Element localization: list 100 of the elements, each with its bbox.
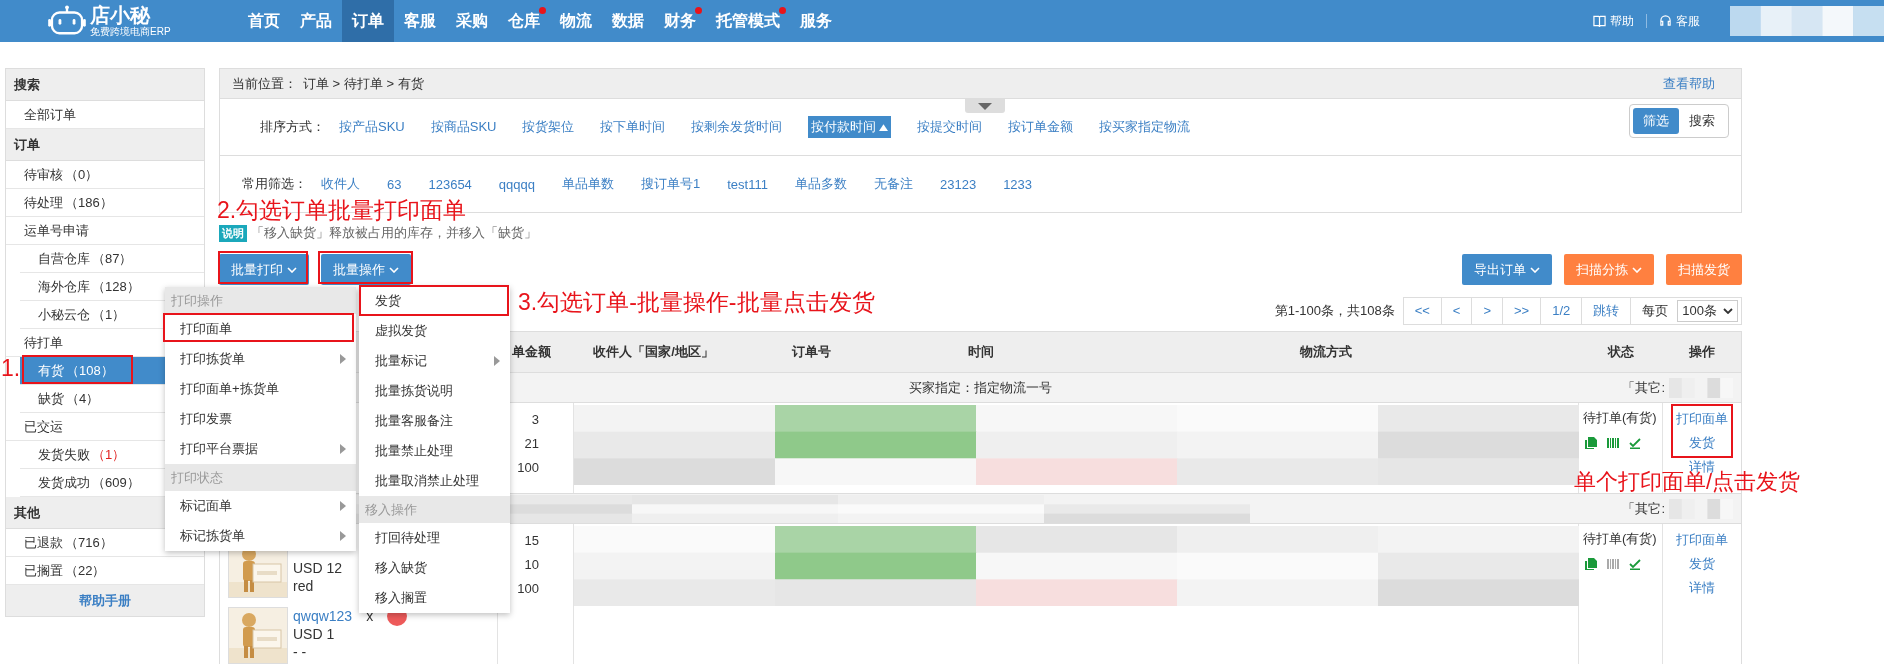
menu-item[interactable]: 打回待处理 <box>359 523 510 553</box>
sort-label: 排序方式： <box>260 118 325 136</box>
filter-link[interactable]: 123654 <box>428 174 472 194</box>
nav-tab[interactable]: 仓库 <box>498 0 550 42</box>
sort-option[interactable]: 按下单时间 <box>600 116 666 138</box>
menu-item[interactable]: 批量客服备注 <box>359 406 510 436</box>
mode-tab[interactable]: 搜索 <box>1679 108 1725 134</box>
nav-tab[interactable]: 采购 <box>446 0 498 42</box>
menu-item[interactable]: 批量取消禁止处理 <box>359 466 510 496</box>
sort-option[interactable]: 按产品SKU <box>339 116 405 138</box>
menu-item[interactable]: 批量禁止处理 <box>359 436 510 466</box>
ascending-icon <box>879 123 889 131</box>
product-detail-text: USD 12 <box>293 559 343 577</box>
nav-tab[interactable]: 服务 <box>790 0 842 42</box>
amount-text: 100 <box>516 459 539 477</box>
menu-item[interactable]: 批量拣货说明 <box>359 376 510 406</box>
menu-item[interactable]: 批量标记 <box>359 346 510 376</box>
dropdown-button[interactable]: 导出订单 <box>1462 254 1552 285</box>
group-label: 买家指定：指定物流一号 <box>909 378 1052 397</box>
notice-badge: 说明 <box>219 224 247 242</box>
other-label: 「其它: <box>1622 378 1665 397</box>
sidebar-item[interactable]: 自营仓库（87） <box>20 245 204 273</box>
logo-text: 店小秘 <box>90 4 152 26</box>
headset-icon <box>1659 15 1672 27</box>
action-button[interactable]: 扫描发货 <box>1666 254 1742 285</box>
nav-tab[interactable]: 产品 <box>290 0 342 42</box>
per-page-select[interactable]: 100条 <box>1677 300 1738 322</box>
chevron-down-icon <box>1530 266 1540 273</box>
sidebar-item[interactable]: 待审核（0） <box>6 161 204 189</box>
annotation-text: 3.勾选订单-批量操作-批量点击发货 <box>518 288 875 316</box>
filter-link[interactable]: test111 <box>727 174 768 194</box>
sidebar-section-title: 搜索 <box>6 69 204 101</box>
row-action-link[interactable]: 发货 <box>1689 552 1715 576</box>
sidebar-item[interactable]: 待处理（186） <box>6 189 204 217</box>
sort-option[interactable]: 按提交时间 <box>917 116 983 138</box>
filter-link[interactable]: 63 <box>387 174 402 194</box>
filter-link[interactable]: qqqqq <box>498 174 535 194</box>
dropdown-button[interactable]: 批量打印 <box>219 254 309 285</box>
column-header: 操作 <box>1688 343 1716 361</box>
annotation-text: 2.勾选订单批量打印面单 <box>217 196 467 224</box>
other-label: 「其它: <box>1622 499 1665 518</box>
row-action-link[interactable]: 打印面单 <box>1676 528 1728 552</box>
menu-item[interactable]: 虚拟发货 <box>359 316 510 346</box>
menu-item[interactable]: 打印面单 <box>165 314 356 344</box>
nav-tab[interactable]: 首页 <box>238 0 290 42</box>
product-detail-text: USD 1 <box>293 625 336 643</box>
sort-option[interactable]: 按付款时间 <box>808 116 892 138</box>
help-link[interactable]: 帮助 <box>1593 12 1634 30</box>
sidebar-section-title: 订单 <box>6 129 204 161</box>
sort-option[interactable]: 按货架位 <box>522 116 575 138</box>
order-status-text: 待打单(有货) <box>1583 409 1658 427</box>
product-sku-link[interactable]: qwqw123 <box>293 607 353 625</box>
dropdown-button[interactable]: 批量操作 <box>321 254 411 285</box>
row-action-link[interactable]: 发货 <box>1689 431 1715 455</box>
row-action-link[interactable]: 详情 <box>1689 576 1715 600</box>
help-manual-link[interactable]: 帮助手册 <box>79 593 131 608</box>
chevron-down-icon <box>1632 266 1642 273</box>
sort-option[interactable]: 按剩余发货时间 <box>691 116 783 138</box>
nav-tab[interactable]: 订单 <box>342 0 394 42</box>
nav-tab[interactable]: 财务 <box>654 0 706 42</box>
pagination-summary: 第1-100条，共108条 <box>1274 302 1395 320</box>
menu-item[interactable]: 发货 <box>359 286 510 316</box>
filter-link[interactable]: 单品多数 <box>794 173 847 195</box>
amount-text: 10 <box>523 556 539 574</box>
sort-option[interactable]: 按买家指定物流 <box>1099 116 1191 138</box>
nav-tab[interactable]: 数据 <box>602 0 654 42</box>
filter-link[interactable]: 收件人 <box>321 173 360 195</box>
amount-text: 3 <box>530 411 539 429</box>
filter-link[interactable]: 搜订单号1 <box>641 173 701 195</box>
breadcrumb-text: 订单 > 待打单 > 有货 <box>303 74 424 93</box>
column-header: 状态 <box>1606 343 1635 361</box>
product-detail-text: - - <box>293 643 308 661</box>
menu-item[interactable]: 移入缺货 <box>359 553 510 583</box>
breadcrumb-label: 当前位置： <box>232 74 297 93</box>
filter-link[interactable]: 无备注 <box>873 173 913 195</box>
filter-label: 常用筛选： <box>242 175 307 193</box>
customer-service-link[interactable]: 客服 <box>1659 12 1700 30</box>
submenu-arrow-icon <box>340 531 346 541</box>
mode-tab[interactable]: 筛选 <box>1633 108 1679 134</box>
column-header: 收件人「国家/地区」 <box>592 343 715 361</box>
filter-link[interactable]: 23123 <box>939 174 977 194</box>
annotation-text: 1. <box>1 354 21 382</box>
collapse-handle[interactable] <box>965 99 1005 113</box>
filter-link[interactable]: 单品单数 <box>562 173 614 195</box>
row-action-link[interactable]: 打印面单 <box>1676 407 1728 431</box>
sort-option[interactable]: 按订单金额 <box>1008 116 1074 138</box>
menu-section-title: 打印操作 <box>165 287 356 314</box>
amount-text: 100 <box>516 580 539 598</box>
robot-logo-icon <box>48 5 86 37</box>
submenu-arrow-icon <box>340 354 346 364</box>
sort-option[interactable]: 按商品SKU <box>430 116 497 138</box>
filter-link[interactable]: 1233 <box>1003 174 1033 194</box>
nav-tab[interactable]: 客服 <box>394 0 446 42</box>
chevron-down-icon <box>1723 308 1733 314</box>
nav-tab[interactable]: 物流 <box>550 0 602 42</box>
sidebar-item[interactable]: 运单号申请 <box>6 217 204 245</box>
column-header: 单金额 <box>511 343 552 361</box>
help-link[interactable]: 查看帮助 <box>1663 74 1715 93</box>
nav-tab[interactable]: 托管模式 <box>706 0 790 42</box>
dropdown-button[interactable]: 扫描分拣 <box>1564 254 1654 285</box>
